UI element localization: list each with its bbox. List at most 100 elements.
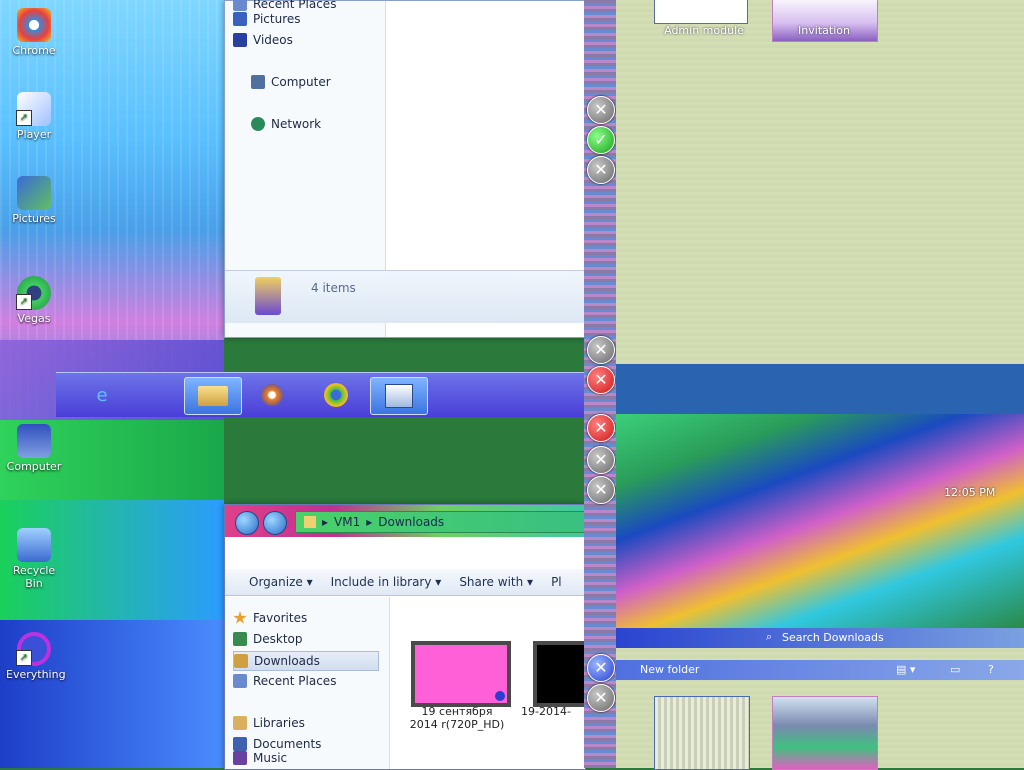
chrome-icon (324, 383, 348, 407)
nav-item-label: Network (271, 117, 322, 131)
taskbar-button-ie[interactable]: e (74, 377, 130, 413)
forward-button[interactable] (263, 511, 287, 535)
window-titlebar: ▸ VM1 ▸ Downloads (225, 505, 585, 537)
navigation-pane: Favorites Desktop Downloads Recent Place… (225, 597, 390, 769)
chrome-icon (17, 8, 51, 42)
status-ok-icon: ✓ (587, 126, 615, 154)
file-name[interactable]: 19 сентября 2014 r(720P_HD) (407, 705, 507, 731)
nav-item-label: Videos (253, 33, 293, 47)
status-gray-icon: ✕ (587, 156, 615, 184)
desktop-icon-everything[interactable]: ➚ Everything (6, 632, 66, 681)
breadcrumb-separator: ▸ (322, 515, 329, 529)
status-gray-icon: ✕ (587, 684, 615, 712)
include-in-library-menu[interactable]: Include in library ▾ (331, 575, 442, 589)
nav-item-desktop[interactable]: Desktop (233, 630, 311, 648)
recent-places-icon (233, 674, 247, 688)
search-box[interactable]: ⌕ Search Downloads (616, 628, 1024, 648)
desktop-icon-recycle-bin[interactable]: Recycle Bin (6, 528, 62, 590)
explorer-icon (385, 384, 413, 408)
film-strip-icon (495, 691, 505, 701)
address-bar[interactable]: ▸ VM1 ▸ Downloads (295, 511, 585, 533)
music-icon (233, 751, 247, 765)
search-placeholder: Search Downloads (782, 631, 884, 644)
view-options-icon[interactable]: ▤ ▾ (896, 663, 915, 676)
desktop-icon-label: Recycle Bin (12, 564, 56, 590)
file-thumbnail-video[interactable] (411, 641, 511, 707)
desktop-icon-label: Player (16, 128, 52, 141)
computer-icon (17, 424, 51, 458)
status-gray-icon: ✕ (587, 96, 615, 124)
desktop-icon-label: Vegas (17, 312, 51, 325)
organize-menu[interactable]: Organize ▾ (249, 575, 313, 589)
file-thumbnail-video[interactable] (533, 641, 589, 707)
search-icon: ⌕ (766, 630, 773, 643)
nav-item-label: Libraries (253, 716, 305, 730)
taskbar-button-folder[interactable] (184, 377, 242, 415)
libraries-icon (233, 716, 247, 730)
status-gray-icon: ✕ (587, 336, 615, 364)
nav-item-label: Downloads (254, 654, 320, 668)
command-toolbar: Organize ▾ Include in library ▾ Share wi… (225, 569, 585, 596)
breadcrumb-separator: ▸ (366, 515, 373, 529)
right-toolbar: New folder ▤ ▾ ▭ ? (616, 660, 1024, 680)
status-bar: 4 items (225, 270, 585, 323)
taskbar-button-explorer[interactable] (370, 377, 428, 415)
explorer-window-downloads[interactable]: ▸ VM1 ▸ Downloads Organize ▾ Include in … (224, 504, 589, 770)
status-error-icon: ✕ (587, 414, 615, 442)
downloads-folder-icon (234, 654, 248, 668)
desktop-icon-label: Pictures (12, 212, 56, 225)
nav-item-label: Music (253, 751, 288, 765)
nav-item-network[interactable]: Network (251, 115, 329, 133)
ie-icon: e (96, 384, 108, 406)
taskbar-button-media-player[interactable] (244, 377, 300, 413)
desktop-icon-pictures[interactable]: Pictures (6, 176, 62, 225)
clock: 12:05 PM (944, 486, 996, 499)
status-error-icon: ✕ (587, 366, 615, 394)
shortcut-arrow-icon: ➚ (16, 110, 32, 126)
item-count: 4 items (311, 281, 356, 295)
taskbar-button-chrome[interactable] (308, 377, 364, 413)
back-button[interactable] (235, 511, 259, 535)
right-preview-pane: Admin module Invitation (616, 0, 1024, 364)
nav-item-libraries[interactable]: Libraries (233, 714, 313, 732)
nav-item-videos[interactable]: Videos (233, 31, 301, 49)
share-with-menu[interactable]: Share with ▾ (459, 575, 533, 589)
thumbnail[interactable] (654, 696, 750, 770)
folder-icon (255, 277, 281, 315)
new-folder-button[interactable]: New folder (640, 663, 699, 676)
play-menu[interactable]: Pl (551, 575, 562, 589)
shortcut-arrow-icon: ➚ (16, 294, 32, 310)
folder-icon (198, 386, 228, 406)
nav-item-favorites[interactable]: Favorites (233, 609, 315, 627)
status-gray-icon: ✕ (587, 446, 615, 474)
thumbnail[interactable] (772, 696, 878, 770)
recycle-bin-icon (17, 528, 51, 562)
nav-item-recent-places[interactable]: Recent Places (233, 672, 344, 690)
shortcut-arrow-icon: ➚ (16, 650, 32, 666)
breadcrumb-vm1[interactable]: VM1 (334, 515, 360, 529)
right-blue-band (616, 364, 1024, 414)
nav-item-music[interactable]: Music (233, 749, 295, 767)
breadcrumb-downloads[interactable]: Downloads (378, 515, 444, 529)
file-name[interactable]: 19-2014- (521, 705, 585, 718)
pictures-icon (233, 12, 247, 26)
explorer-window-top[interactable]: Recent Places Pictures Videos Computer N… (224, 0, 586, 338)
thumbnail[interactable] (654, 0, 748, 24)
desktop-icon-vegas[interactable]: ➚ Vegas (6, 276, 62, 325)
nav-item-downloads[interactable]: Downloads (233, 651, 379, 671)
star-icon (233, 611, 247, 624)
nav-item-label: Desktop (253, 632, 303, 646)
preview-pane-icon[interactable]: ▭ (950, 663, 960, 676)
desktop-icon-label: Chrome (12, 44, 56, 57)
nav-item-label: Recent Places (253, 674, 337, 688)
nav-item-computer[interactable]: Computer (251, 73, 339, 91)
desktop-icon-player[interactable]: ➚ Player (6, 92, 62, 141)
desktop-icon-chrome[interactable]: Chrome (6, 8, 62, 57)
thumbnail-caption: Invitation (798, 24, 850, 37)
wallpaper-preview (616, 414, 1024, 628)
desktop-icon-computer[interactable]: Computer (6, 424, 62, 473)
videos-icon (233, 33, 247, 47)
nav-item-pictures[interactable]: Pictures (233, 10, 309, 28)
help-icon[interactable]: ? (988, 663, 994, 676)
desktop-icon-label: Computer (6, 460, 62, 473)
